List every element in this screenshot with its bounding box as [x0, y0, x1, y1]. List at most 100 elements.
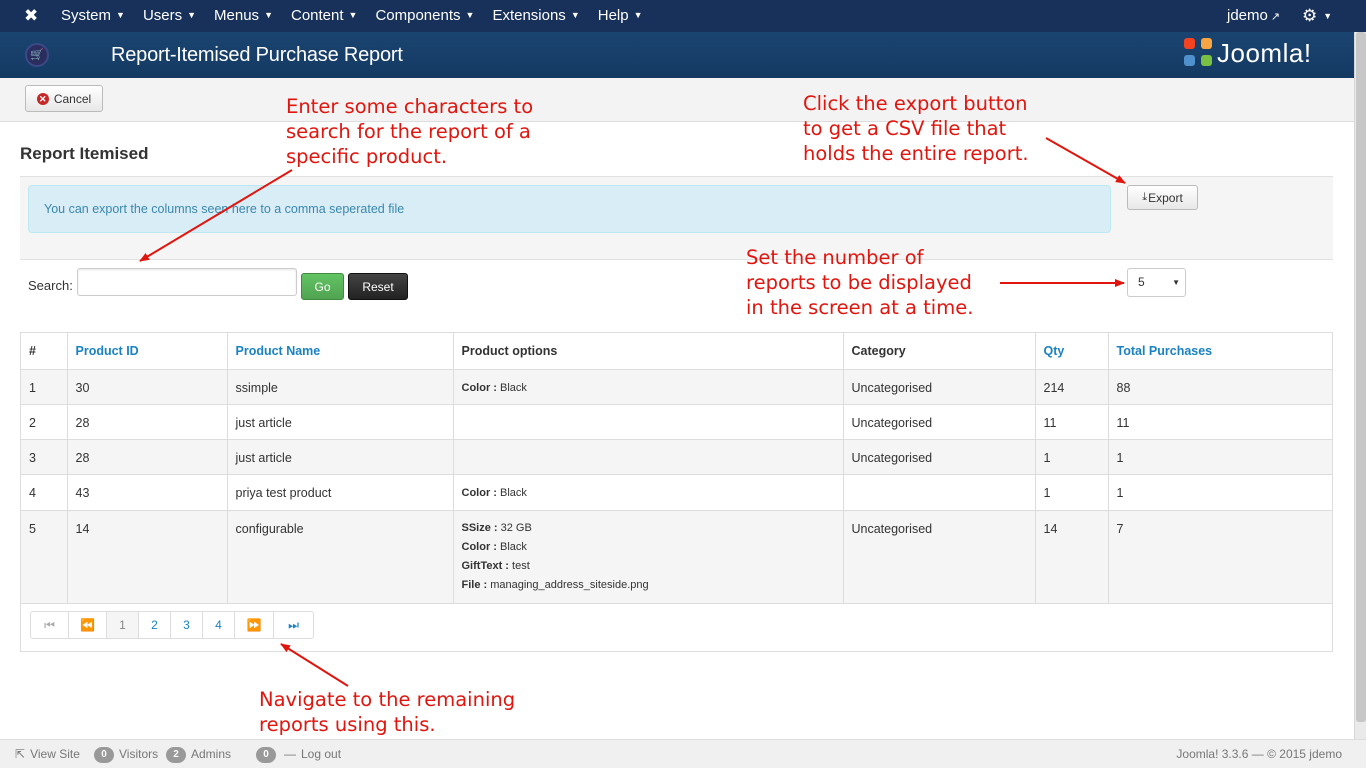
user-menu[interactable]: jdemo ↗ — [1227, 0, 1280, 33]
limit-select[interactable]: 5 ▼ — [1127, 268, 1186, 297]
menu-menus[interactable]: Menus ▼ — [205, 0, 282, 32]
annotation-limit: Set the number of reports to be displaye… — [746, 245, 973, 320]
cell-product-name: just article — [227, 404, 454, 440]
col-header-product-id[interactable]: Product ID — [67, 333, 228, 370]
cell-category: Uncategorised — [843, 369, 1036, 405]
cancel-button[interactable]: ✕ Cancel — [25, 85, 103, 112]
caret-down-icon: ▼ — [465, 10, 475, 20]
search-input[interactable] — [77, 268, 297, 296]
joomla-brand-text: Joomla! — [1217, 37, 1312, 68]
toolbar: ✕ Cancel — [0, 78, 1354, 122]
menu-label: Menus — [214, 7, 260, 24]
vertical-scrollbar[interactable] — [1354, 32, 1366, 739]
menu-components[interactable]: Components ▼ — [366, 0, 483, 32]
menu-users[interactable]: Users ▼ — [134, 0, 205, 32]
cell-qty: 1 — [1035, 439, 1109, 475]
option-value: Black — [500, 486, 527, 499]
option-value: Black — [500, 381, 527, 394]
view-site-label: View Site — [30, 747, 80, 761]
option-line: Color : Black — [462, 484, 843, 503]
cell-product-options: Color : Black — [453, 369, 844, 405]
page-link[interactable]: 2 — [139, 612, 171, 638]
cell-qty: 14 — [1035, 510, 1109, 604]
menu-label: Extensions — [492, 7, 566, 24]
cell-product-id: 28 — [67, 439, 228, 475]
cell-num: 4 — [21, 474, 68, 511]
option-key: GiftText : — [461, 559, 509, 572]
first-page-icon[interactable]: ⏮ — [31, 612, 69, 638]
go-button[interactable]: Go — [301, 273, 344, 300]
visitors-label: Visitors — [119, 747, 159, 761]
annotation-pager: Navigate to the remaining reports using … — [259, 687, 515, 737]
settings-menu[interactable]: ⚙ ▼ — [1302, 0, 1332, 34]
cell-product-name: priya test product — [227, 474, 454, 511]
cell-product-id: 14 — [67, 510, 228, 604]
prev-page-icon[interactable]: ⏪ — [69, 612, 107, 638]
scrollbar-thumb[interactable] — [1356, 32, 1366, 722]
menu-system[interactable]: System ▼ — [52, 0, 134, 32]
admin-navbar: ✖ System ▼ Users ▼ Menus ▼ Content ▼ Compone… — [0, 0, 1366, 32]
gear-icon: ⚙ — [1302, 6, 1318, 25]
logout-link[interactable]: — Log out — [284, 740, 341, 768]
menu-extensions[interactable]: Extensions ▼ — [483, 0, 588, 32]
page-link[interactable]: 3 — [171, 612, 203, 638]
view-site-link[interactable]: ⇱ View Site — [15, 740, 80, 768]
download-icon: ⤓ — [1142, 191, 1148, 203]
cell-product-options — [453, 439, 844, 475]
cell-qty: 11 — [1035, 404, 1109, 440]
option-line: File : managing_address_siteside.png — [462, 576, 843, 595]
caret-down-icon: ▼ — [116, 10, 125, 20]
cell-product-options: SSize : 32 GB Color : Black GiftText : t… — [453, 510, 844, 604]
annotation-line: Set the number of — [746, 246, 924, 269]
cell-total: 1 — [1108, 474, 1332, 511]
page-title: Report Itemised — [20, 144, 149, 163]
external-link-icon: ⇱ — [15, 747, 26, 761]
col-header-product-name[interactable]: Product Name — [227, 333, 454, 370]
annotation-line: Navigate to the remaining — [259, 688, 516, 711]
option-line: GiftText : test — [462, 557, 843, 576]
logout-label: Log out — [301, 747, 342, 761]
export-button[interactable]: ⤓ Export — [1127, 185, 1198, 210]
annotation-search: Enter some characters to search for the … — [286, 94, 533, 169]
table-row: 1 30 ssimple Color : Black Uncategorised… — [21, 369, 1332, 405]
cancel-label: Cancel — [53, 91, 92, 106]
option-line: Color : Black — [462, 538, 843, 557]
caret-down-icon: ▼ — [633, 10, 643, 20]
caret-down-icon: ▼ — [570, 10, 580, 20]
pagination: ⏮ ⏪ 1 2 3 4 ⏩ ⏭ — [30, 611, 314, 639]
menu-label: Content — [290, 7, 344, 24]
annotation-line: search for the report of a — [286, 120, 531, 143]
export-label: Export — [1148, 190, 1183, 205]
col-header-product-options: Product options — [453, 333, 844, 370]
page-link[interactable]: 1 — [107, 612, 139, 638]
option-key: Color : — [461, 486, 497, 499]
last-page-icon[interactable]: ⏭ — [274, 612, 313, 638]
footer-copyright: Joomla! 3.3.6 — © 2015 jdemo — [1176, 747, 1342, 761]
menu-content[interactable]: Content ▼ — [282, 0, 366, 32]
cell-qty: 1 — [1035, 474, 1109, 511]
status-footer: ⇱ View Site 0 Visitors 2 Admins 0 — Log … — [0, 739, 1366, 768]
joomla-logo-icon[interactable]: ✖ — [24, 7, 38, 24]
annotation-line: specific product. — [286, 145, 448, 168]
next-page-icon[interactable]: ⏩ — [235, 612, 274, 638]
reset-button[interactable]: Reset — [348, 273, 408, 300]
option-key: Color : — [461, 540, 497, 553]
annotation-line: in the screen at a time. — [746, 296, 974, 319]
menu-help[interactable]: Help ▼ — [589, 0, 652, 32]
caret-down-icon: ▼ — [1172, 278, 1180, 287]
visitors-count-badge: 0 — [94, 746, 114, 763]
menu-label: Components — [375, 7, 461, 24]
admins-label: Admins — [191, 747, 232, 761]
table-header-row: # Product ID Product Name Product option… — [21, 333, 1332, 370]
col-header-qty[interactable]: Qty — [1035, 333, 1109, 370]
page-link[interactable]: 4 — [203, 612, 235, 638]
option-key: File : — [461, 578, 488, 591]
cell-total: 88 — [1108, 369, 1332, 405]
cell-total: 1 — [1108, 439, 1332, 475]
cell-num: 5 — [21, 510, 68, 604]
cell-product-options — [453, 404, 844, 440]
col-header-category: Category — [843, 333, 1036, 370]
col-header-total-purchases[interactable]: Total Purchases — [1108, 333, 1332, 370]
cart-icon: 🛒 — [25, 43, 49, 67]
annotation-export: Click the export button to get a CSV fil… — [803, 91, 1029, 166]
